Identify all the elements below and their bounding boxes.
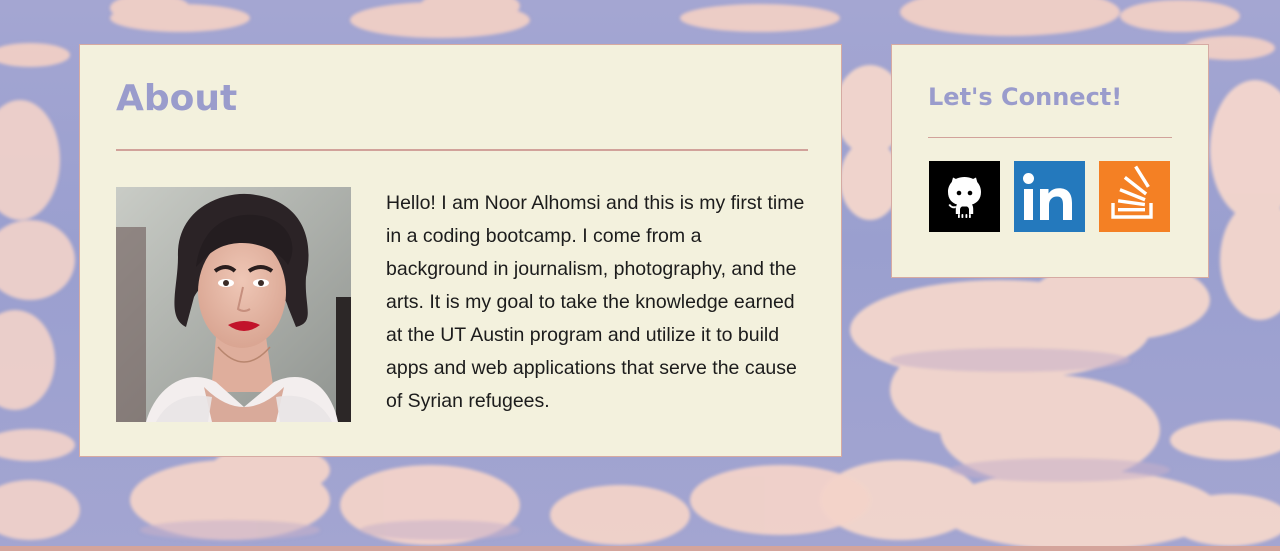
- stackoverflow-link[interactable]: [1099, 161, 1170, 232]
- profile-photo: [116, 187, 351, 422]
- github-link[interactable]: [929, 161, 1000, 232]
- connect-heading: Let's Connect!: [928, 83, 1123, 111]
- about-heading: About: [116, 78, 238, 119]
- stackoverflow-icon: [1099, 161, 1170, 232]
- linkedin-link[interactable]: [1014, 161, 1085, 232]
- connect-card: Let's Connect!: [891, 44, 1209, 278]
- about-card: About Hello! I am Noor Alhomsi and this …: [79, 44, 842, 457]
- about-divider: [116, 149, 808, 151]
- profile-portrait-image: [116, 187, 351, 422]
- connect-divider: [928, 137, 1172, 138]
- about-bio: Hello! I am Noor Alhomsi and this is my …: [386, 192, 805, 412]
- footer-border: [0, 546, 1280, 551]
- linkedin-icon: [1014, 161, 1085, 232]
- github-icon: [929, 161, 1000, 232]
